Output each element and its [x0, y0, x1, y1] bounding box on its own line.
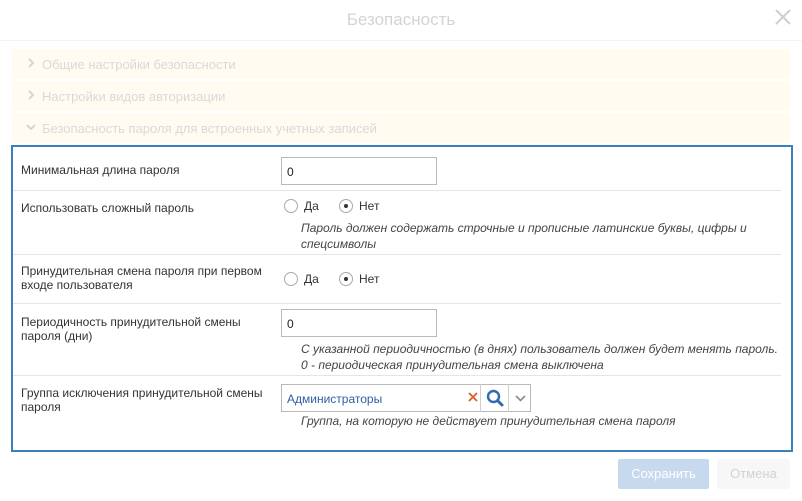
section-label: Общие настройки безопасности — [42, 57, 236, 72]
complex-password-yes-radio[interactable] — [284, 199, 298, 213]
clear-icon[interactable] — [466, 390, 480, 404]
hint-line: Пароль должен содержать строчные и пропи… — [301, 221, 747, 235]
label-line: Периодичность принудительной смены — [21, 315, 241, 329]
search-button[interactable] — [480, 384, 509, 412]
label-line: пароля (дни) — [21, 329, 93, 343]
chevron-right-icon — [25, 89, 37, 101]
label-line: пароля — [21, 400, 61, 414]
exclusion-group-label: Группа исключения принудительной смены п… — [21, 386, 263, 414]
password-settings-panel: Минимальная длина пароля 0 Использовать … — [11, 145, 793, 452]
dropdown-button[interactable] — [508, 384, 532, 412]
row-divider — [13, 190, 781, 191]
label-line: входе пользователя — [21, 278, 133, 292]
cancel-button[interactable]: Отмена — [717, 459, 790, 489]
radio-label: Нет — [359, 272, 380, 286]
exclusion-group-hint: Группа, на которую не действует принудит… — [301, 414, 676, 428]
row-divider — [13, 254, 781, 255]
hint-line: 0 - периодическая принудительная смена в… — [301, 358, 604, 372]
close-icon[interactable] — [774, 8, 792, 26]
radio-label: Да — [304, 199, 319, 213]
section-password-security[interactable]: Безопасность пароля для встроенных учетн… — [12, 113, 790, 143]
section-general-security[interactable]: Общие настройки безопасности — [12, 49, 790, 79]
period-hint: С указанной периодичностью (в днях) поль… — [301, 341, 781, 373]
complex-password-yes-option[interactable]: Да — [284, 199, 319, 213]
section-auth-types[interactable]: Настройки видов авторизации — [12, 81, 790, 111]
label-line: Группа исключения принудительной смены — [21, 386, 263, 400]
force-change-yes-option[interactable]: Да — [284, 272, 319, 286]
exclusion-group-field[interactable]: Администраторы — [281, 384, 531, 412]
complex-password-no-radio[interactable] — [339, 199, 353, 213]
force-change-label: Принудительная смена пароля при первом в… — [21, 264, 262, 292]
chevron-right-icon — [25, 57, 37, 69]
complex-password-label: Использовать сложный пароль — [21, 201, 195, 215]
min-length-label: Минимальная длина пароля — [21, 163, 180, 177]
dialog-title: Безопасность — [346, 10, 456, 29]
force-change-no-radio[interactable] — [339, 272, 353, 286]
label-line: Принудительная смена пароля при первом — [21, 264, 262, 278]
section-label: Настройки видов авторизации — [42, 89, 226, 104]
hint-line: спецсимволы — [301, 237, 377, 251]
exclusion-group-value[interactable]: Администраторы — [287, 392, 382, 406]
complex-password-hint: Пароль должен содержать строчные и пропи… — [301, 220, 781, 252]
section-label: Безопасность пароля для встроенных учетн… — [42, 121, 377, 136]
radio-label: Да — [304, 272, 319, 286]
force-change-no-option[interactable]: Нет — [339, 272, 379, 286]
security-dialog: Безопасность Общие настройки безопасност… — [0, 0, 802, 501]
min-length-value: 0 — [287, 165, 294, 179]
min-length-input[interactable]: 0 — [281, 157, 437, 185]
period-input[interactable]: 0 — [281, 309, 437, 337]
period-label: Периодичность принудительной смены парол… — [21, 315, 241, 343]
dialog-title-bar: Безопасность — [0, 0, 802, 41]
complex-password-no-option[interactable]: Нет — [339, 199, 379, 213]
force-change-yes-radio[interactable] — [284, 272, 298, 286]
hint-line: С указанной периодичностью (в днях) поль… — [301, 342, 778, 356]
radio-label: Нет — [359, 199, 380, 213]
chevron-down-icon — [25, 121, 37, 133]
save-button[interactable]: Сохранить — [618, 459, 709, 489]
period-value: 0 — [287, 317, 294, 331]
row-divider — [13, 375, 781, 376]
row-divider — [13, 303, 781, 304]
